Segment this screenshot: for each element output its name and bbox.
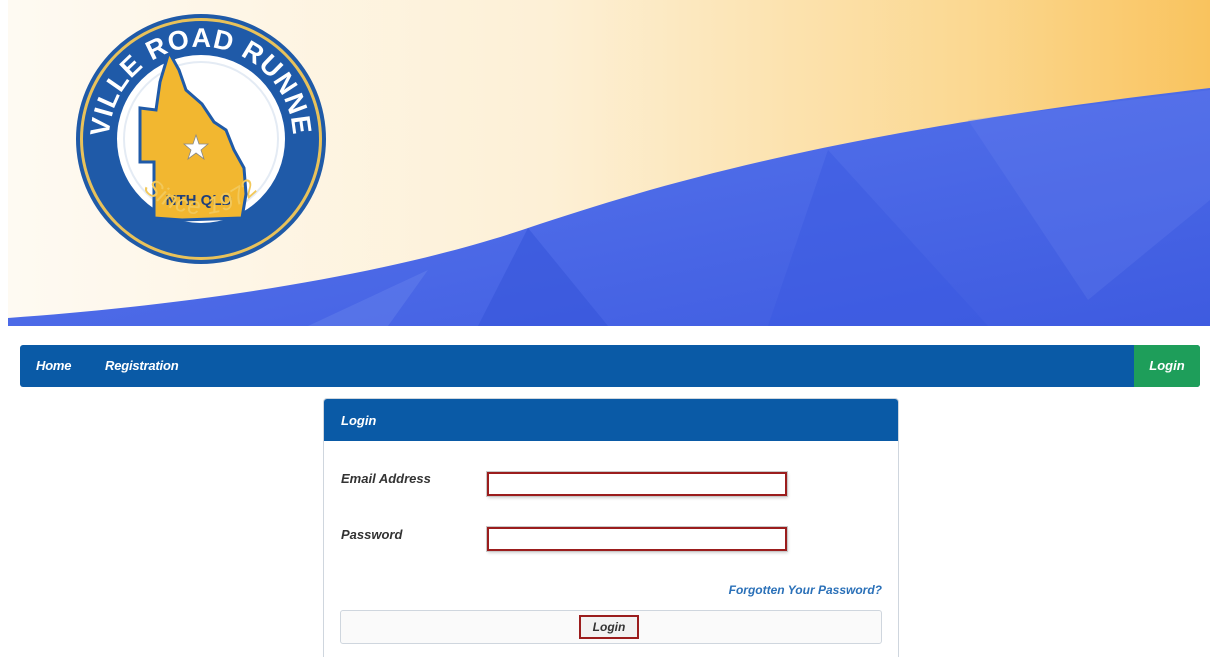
email-label: Email Address (341, 471, 431, 486)
header-banner: NTH QLD TOWNSVILLE ROAD RUNNERS INC. Sin… (8, 0, 1210, 326)
password-label: Password (341, 527, 403, 542)
nav-registration-link[interactable]: Registration (105, 345, 179, 387)
password-field[interactable] (487, 527, 787, 551)
login-panel: Login Email Address Password Forgotten Y… (323, 398, 899, 657)
login-panel-title: Login (324, 399, 898, 441)
email-field[interactable] (487, 472, 787, 496)
club-logo: NTH QLD TOWNSVILLE ROAD RUNNERS INC. Sin… (74, 12, 326, 264)
page: NTH QLD TOWNSVILLE ROAD RUNNERS INC. Sin… (0, 0, 1210, 657)
forgot-password-link[interactable]: Forgotten Your Password? (729, 583, 882, 597)
nav-home-link[interactable]: Home (36, 345, 72, 387)
nav-login-button[interactable]: Login (1134, 345, 1200, 387)
login-submit-button[interactable]: Login (579, 615, 639, 639)
main-navbar: Home Registration Login (20, 345, 1200, 387)
login-actions-bar: Login (340, 610, 882, 644)
